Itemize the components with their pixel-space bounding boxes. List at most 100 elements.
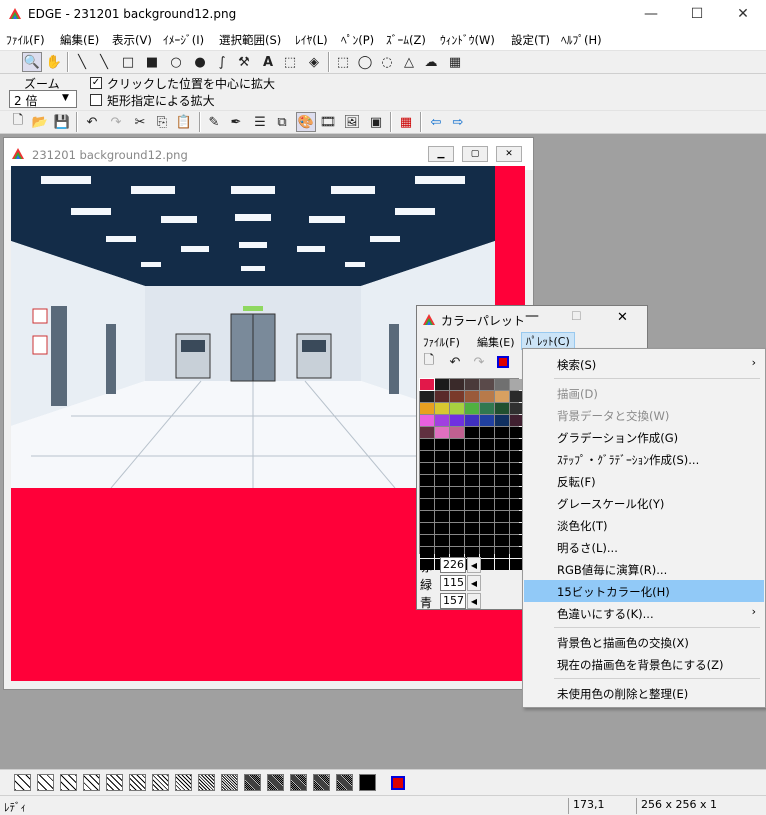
palette-swatch[interactable] <box>465 463 479 474</box>
palette-swatch[interactable] <box>465 415 479 426</box>
cut-icon[interactable]: ✂ <box>130 112 150 132</box>
pattern-swatch[interactable] <box>336 774 353 791</box>
blue-spin-icon[interactable]: ◀ <box>467 593 481 609</box>
palette-swatch[interactable] <box>465 379 479 390</box>
palette-undo-icon[interactable]: ↶ <box>445 352 465 372</box>
palette-swatch[interactable] <box>465 439 479 450</box>
palette-swatch[interactable] <box>450 451 464 462</box>
palette-swatch[interactable] <box>495 379 509 390</box>
pattern-swatch[interactable] <box>83 774 100 791</box>
pattern-swatch[interactable] <box>221 774 238 791</box>
palette-swatch[interactable] <box>495 439 509 450</box>
layers-icon[interactable]: ⧉ <box>272 112 292 132</box>
curve-tool-icon[interactable]: ∫ <box>212 52 232 72</box>
save-icon[interactable]: 💾 <box>52 112 72 132</box>
lines-icon[interactable]: ☰ <box>250 112 270 132</box>
palette-swatch[interactable] <box>420 439 434 450</box>
palette-swatch[interactable] <box>419 378 435 391</box>
palette-swatch[interactable] <box>465 523 479 534</box>
menu-pen[interactable]: ﾍﾟﾝ(P) <box>341 32 374 48</box>
next-arrow-icon[interactable]: ⇨ <box>448 112 468 132</box>
undo-icon[interactable]: ↶ <box>82 112 102 132</box>
menu-window[interactable]: ｳｨﾝﾄﾞｳ(W) <box>440 32 495 48</box>
palette-menu-file[interactable]: ﾌｧｲﾙ(F) <box>423 334 460 350</box>
prev-arrow-icon[interactable]: ⇦ <box>426 112 446 132</box>
palette-swatch[interactable] <box>450 403 464 414</box>
lasso-select-icon[interactable]: ◌ <box>377 52 397 72</box>
menu-item-gradient[interactable]: グラデーション作成(G) <box>524 426 764 448</box>
rect-zoom-checkbox[interactable] <box>90 94 102 106</box>
palette-swatch[interactable] <box>495 463 509 474</box>
doc-restore-button[interactable]: ▢ <box>462 146 488 162</box>
palette-swatch[interactable] <box>480 499 494 510</box>
palette-swatch[interactable] <box>480 379 494 390</box>
line-tool-icon[interactable]: ╲ <box>94 52 114 72</box>
palette-swatch[interactable] <box>450 415 464 426</box>
pattern-swatch[interactable] <box>198 774 215 791</box>
palette-swatch[interactable] <box>465 403 479 414</box>
palette-swatch[interactable] <box>480 463 494 474</box>
menu-item-color-variant[interactable]: 色違いにする(K)... › <box>524 602 764 624</box>
pattern-swatch[interactable] <box>359 774 376 791</box>
palette-swatch[interactable] <box>495 499 509 510</box>
palette-swatch[interactable] <box>435 499 449 510</box>
menu-layer[interactable]: ﾚｲﾔ(L) <box>295 32 328 48</box>
palette-swatch[interactable] <box>480 403 494 414</box>
palette-swatch[interactable] <box>480 415 494 426</box>
fill-tool-icon[interactable]: ◈ <box>304 52 324 72</box>
redo-icon[interactable]: ↷ <box>106 112 126 132</box>
menu-edit[interactable]: 編集(E) <box>60 32 99 48</box>
palette-swatch[interactable] <box>480 511 494 522</box>
palette-swatch[interactable] <box>420 451 434 462</box>
pattern-swatch[interactable] <box>37 774 54 791</box>
palette-swatch[interactable] <box>465 427 479 438</box>
palette-maximize-button[interactable]: ☐ <box>571 309 582 323</box>
bucket-tool-icon[interactable]: ⬚ <box>280 52 300 72</box>
ellipse-select-icon[interactable]: ◯ <box>355 52 375 72</box>
pattern-swatch[interactable] <box>290 774 307 791</box>
palette-swatch[interactable] <box>480 439 494 450</box>
palette-swatch[interactable] <box>450 439 464 450</box>
palette-swatch-grid[interactable] <box>419 378 524 570</box>
menu-item-rgb-calc[interactable]: RGB値毎に演算(R)... <box>524 558 764 580</box>
menu-zoom[interactable]: ｽﾞｰﾑ(Z) <box>386 32 426 48</box>
palette-swatch[interactable] <box>435 439 449 450</box>
palette-menu-edit[interactable]: 編集(E) <box>477 334 515 350</box>
center-zoom-checkbox[interactable]: ✓ <box>90 77 102 89</box>
palette-swatch[interactable] <box>465 511 479 522</box>
palette-swatch[interactable] <box>435 391 449 402</box>
palette-swatch[interactable] <box>420 499 434 510</box>
menu-settings[interactable]: 設定(T) <box>511 32 550 48</box>
palette-swatch[interactable] <box>450 475 464 486</box>
palette-swatch[interactable] <box>480 475 494 486</box>
palette-swatch[interactable] <box>420 415 434 426</box>
menu-view[interactable]: 表示(V) <box>112 32 152 48</box>
palette-swatch[interactable] <box>480 487 494 498</box>
pen-tool-icon[interactable]: ╲ <box>72 52 92 72</box>
eyedropper-icon[interactable]: ✒ <box>226 112 246 132</box>
palette-swatch[interactable] <box>495 475 509 486</box>
menu-item-search[interactable]: 検索(S) › <box>524 353 764 375</box>
menu-item-brightness[interactable]: 明るさ(L)... <box>524 536 764 558</box>
pattern-swatch[interactable] <box>14 774 31 791</box>
hammer-tool-icon[interactable]: ⚒ <box>234 52 254 72</box>
palette-swatch[interactable] <box>420 427 434 438</box>
pattern-swatch[interactable] <box>106 774 123 791</box>
palette-swatch[interactable] <box>435 451 449 462</box>
new-file-icon[interactable]: 🗋 <box>8 112 28 132</box>
palette-swatch[interactable] <box>450 391 464 402</box>
film-icon[interactable]: 🎞 <box>318 112 338 132</box>
palette-swatch[interactable] <box>480 427 494 438</box>
palette-swatch[interactable] <box>495 391 509 402</box>
palette-swatch[interactable] <box>435 427 449 438</box>
minimize-button[interactable]: — <box>628 0 674 28</box>
pattern-swatch[interactable] <box>152 774 169 791</box>
palette-swatch[interactable] <box>420 535 434 546</box>
palette-swatch[interactable] <box>435 415 449 426</box>
palette-swatch[interactable] <box>450 463 464 474</box>
pattern-color-swap-icon[interactable] <box>388 773 408 793</box>
palette-close-button[interactable]: ✕ <box>617 310 628 325</box>
red-spin-icon[interactable]: ◀ <box>467 557 481 573</box>
menu-item-set-bg-color[interactable]: 現在の描画色を背景色にする(Z) <box>524 653 764 675</box>
palette-swatch[interactable] <box>495 523 509 534</box>
